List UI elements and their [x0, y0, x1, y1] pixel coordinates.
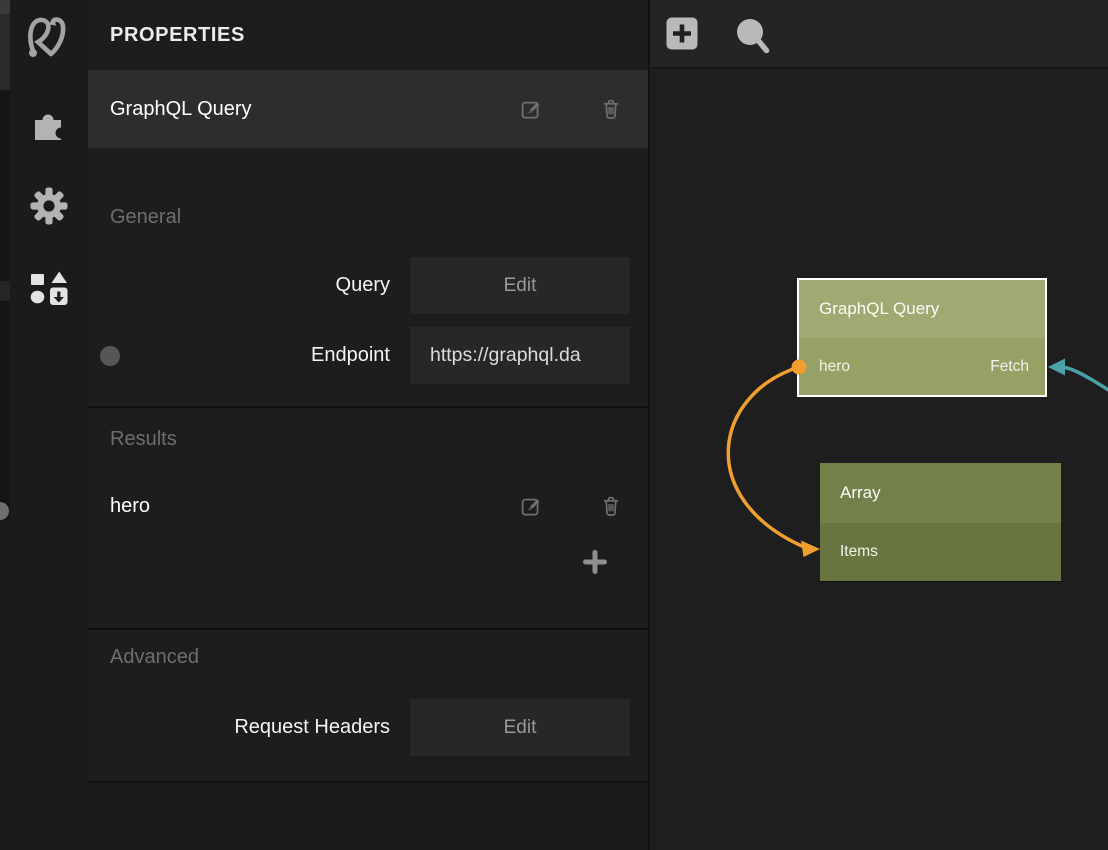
connection-wires — [650, 0, 1108, 850]
section-results-label: Results — [110, 426, 648, 453]
edge-segment — [0, 520, 10, 850]
node-graphql-query-ports: hero Fetch — [799, 338, 1045, 395]
node-graphql-query-title: GraphQL Query — [799, 280, 1045, 338]
node-array-ports: Items — [820, 523, 1061, 581]
search-icon[interactable] — [736, 17, 772, 62]
endpoint-label: Endpoint — [88, 344, 390, 367]
endpoint-input[interactable]: https://graphql.da — [410, 327, 630, 384]
section-results: Results hero — [88, 408, 648, 628]
plugins-tab-icon[interactable] — [29, 104, 69, 149]
add-result-row — [88, 549, 648, 575]
node-array-title: Array — [820, 463, 1061, 523]
nodes-tab-icon[interactable] — [23, 9, 75, 66]
sidebar — [10, 0, 88, 850]
endpoint-connection-dot[interactable] — [100, 346, 120, 366]
connection-offscreen-to-fetch — [1048, 359, 1108, 392]
request-headers-row: Request Headers Edit — [88, 699, 648, 756]
request-headers-edit-button[interactable]: Edit — [410, 699, 630, 756]
port-hero-output[interactable]: hero — [819, 358, 850, 376]
add-node-button[interactable] — [666, 17, 698, 55]
result-name: hero — [110, 495, 518, 518]
settings-tab-icon[interactable] — [30, 187, 68, 230]
node-graphql-query[interactable]: GraphQL Query hero Fetch — [797, 278, 1047, 397]
node-canvas[interactable]: GraphQL Query hero Fetch Array Items — [648, 0, 1108, 850]
port-fetch-input[interactable]: Fetch — [990, 358, 1029, 376]
query-label: Query — [88, 274, 390, 297]
endpoint-row: Endpoint https://graphql.da — [88, 327, 648, 384]
components-tab-icon[interactable] — [29, 269, 69, 316]
query-row: Query Edit — [88, 257, 648, 314]
query-edit-button[interactable]: Edit — [410, 257, 630, 314]
selected-node-row[interactable]: GraphQL Query — [88, 70, 648, 148]
edge-segment — [0, 0, 10, 14]
panel-collapse-handle[interactable] — [0, 502, 9, 520]
panel-footer — [88, 783, 648, 850]
selected-node-title: GraphQL Query — [110, 98, 518, 121]
add-result-button[interactable] — [582, 549, 608, 575]
canvas-toolbar — [650, 0, 1108, 69]
section-general: General Query Edit Endpoint https://grap… — [88, 148, 648, 406]
section-advanced: Advanced Request Headers Edit — [88, 630, 648, 781]
edit-result-button[interactable] — [518, 493, 544, 519]
delete-result-button[interactable] — [598, 493, 624, 519]
section-advanced-label: Advanced — [110, 644, 648, 671]
port-items-input[interactable]: Items — [840, 543, 878, 561]
result-row-hero[interactable]: hero — [88, 479, 648, 533]
request-headers-label: Request Headers — [88, 716, 390, 739]
rename-node-button[interactable] — [518, 96, 544, 122]
section-general-label: General — [110, 204, 648, 231]
node-array[interactable]: Array Items — [820, 463, 1061, 581]
app-window: PROPERTIES GraphQL Query Gener — [0, 0, 1108, 850]
delete-node-button[interactable] — [598, 96, 624, 122]
panel-title: PROPERTIES — [88, 0, 648, 70]
edge-segment — [0, 14, 10, 90]
window-edge-strip — [0, 0, 10, 850]
edge-segment — [0, 281, 10, 301]
properties-panel: PROPERTIES GraphQL Query Gener — [88, 0, 648, 850]
